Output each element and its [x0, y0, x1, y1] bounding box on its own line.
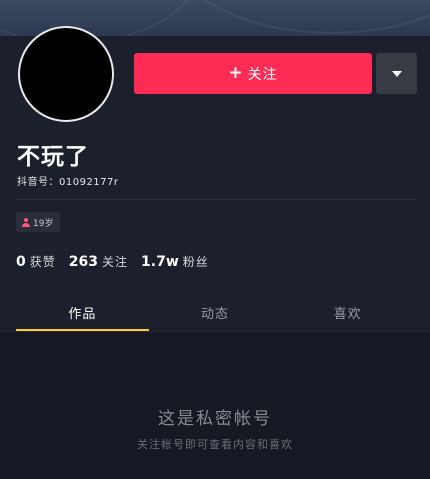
- profile-stats: 0 获赞 263 关注 1.7w 粉丝: [16, 253, 222, 270]
- plus-icon: +: [228, 63, 244, 83]
- profile-page: + 关注 不玩了 抖音号：01092177r 19岁 0 获赞 263 关注 1…: [0, 0, 430, 479]
- stat-likes[interactable]: 0 获赞: [16, 253, 56, 270]
- stat-followers-count: 1.7w: [141, 254, 179, 270]
- avatar[interactable]: [18, 26, 114, 122]
- stat-followers-label: 粉丝: [182, 255, 209, 269]
- tab-activity[interactable]: 动态: [149, 296, 282, 331]
- stat-likes-count: 0: [16, 254, 26, 270]
- douyin-id: 抖音号：01092177r: [17, 177, 119, 188]
- tab-works[interactable]: 作品: [16, 296, 149, 331]
- tab-likes[interactable]: 喜欢: [281, 296, 414, 331]
- follow-button-label: 关注: [247, 66, 278, 83]
- age-tag: 19岁: [16, 212, 61, 232]
- follow-button[interactable]: + 关注: [134, 53, 372, 94]
- female-person-icon: [22, 217, 30, 227]
- stat-following-count: 263: [68, 254, 98, 270]
- stat-following-label: 关注: [102, 255, 129, 269]
- age-tag-label: 19岁: [33, 218, 54, 229]
- private-account-subtitle: 关注帐号即可查看内容和喜欢: [137, 438, 293, 451]
- nickname: 不玩了: [17, 144, 89, 170]
- private-account-title: 这是私密帐号: [158, 409, 272, 429]
- triangle-down-icon: [391, 70, 402, 77]
- stat-likes-label: 获赞: [29, 255, 56, 269]
- stat-followers[interactable]: 1.7w 粉丝: [141, 253, 209, 270]
- divider: [16, 199, 416, 200]
- content-tabs: 作品 动态 喜欢: [16, 296, 414, 331]
- more-options-button[interactable]: [376, 53, 417, 94]
- stat-following[interactable]: 263 关注: [69, 253, 128, 270]
